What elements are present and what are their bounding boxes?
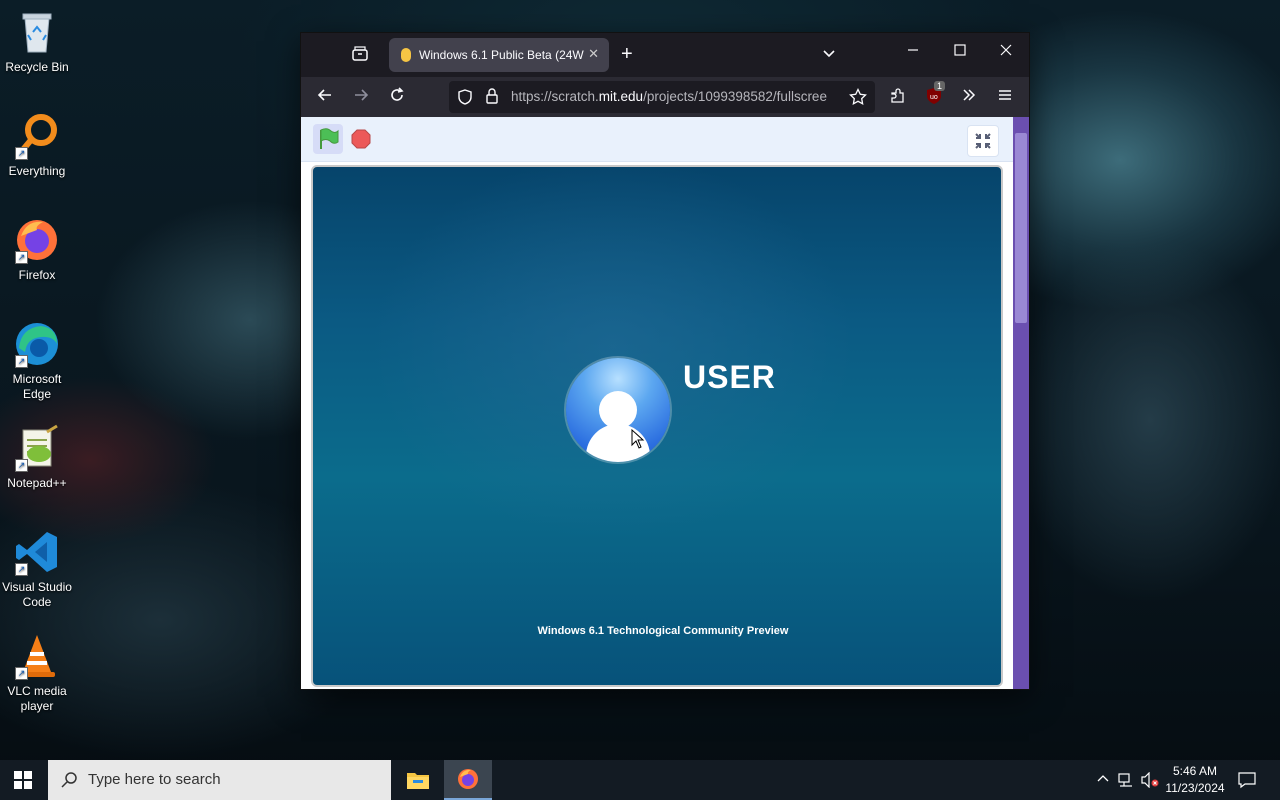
desktop-icon-label: Visual Studio Code xyxy=(2,580,72,609)
vscode-icon: ↗ xyxy=(13,528,61,576)
new-tab-icon[interactable]: + xyxy=(621,44,633,64)
green-flag-icon[interactable] xyxy=(313,124,343,154)
back-icon[interactable] xyxy=(317,87,333,109)
firefox-icon: ↗ xyxy=(13,216,61,264)
desktop-icon-everything[interactable]: ↗ Everything xyxy=(0,112,74,179)
notifications-icon[interactable] xyxy=(1238,771,1256,792)
edge-icon: ↗ xyxy=(13,320,61,368)
shortcut-arrow-icon: ↗ xyxy=(15,251,28,264)
taskbar-firefox[interactable] xyxy=(444,760,492,800)
clock[interactable]: 5:46 AM 11/23/2024 xyxy=(1160,763,1230,797)
network-icon[interactable] xyxy=(1118,772,1134,791)
username-label: USER xyxy=(683,359,776,395)
desktop-icon-label: Recycle Bin xyxy=(5,60,69,74)
shortcut-arrow-icon: ↗ xyxy=(15,355,28,368)
recycle-bin-icon xyxy=(13,8,61,56)
desktop-icon-notepadpp[interactable]: ↗ Notepad++ xyxy=(0,424,74,491)
project-stage[interactable]: USER Windows 6.1 Technological Community… xyxy=(311,165,1003,687)
desktop-icon-vlc[interactable]: ↗ VLC media player xyxy=(0,632,74,714)
exit-fullscreen-icon xyxy=(975,133,991,149)
firefox-view-icon[interactable] xyxy=(351,45,369,69)
player-controls xyxy=(301,117,1013,162)
extension-badge: 1 xyxy=(934,81,946,91)
shortcut-arrow-icon: ↗ xyxy=(15,459,28,472)
close-window-icon[interactable] xyxy=(999,43,1013,63)
build-info-text: Windows 6.1 Technological Community Prev… xyxy=(537,625,789,637)
tab-close-icon[interactable]: ✕ xyxy=(588,46,599,62)
maximize-icon[interactable] xyxy=(953,43,967,63)
url-host: mit.edu xyxy=(598,89,644,104)
tracking-protection-shield-icon[interactable] xyxy=(457,89,473,111)
desktop-icon-label: Firefox xyxy=(18,268,56,282)
user-avatar[interactable] xyxy=(566,358,670,462)
navigation-toolbar: https://scratch.mit.edu/projects/1099398… xyxy=(301,77,1029,117)
scratch-player: USER Windows 6.1 Technological Community… xyxy=(301,117,1013,689)
browser-window: Windows 6.1 Public Beta (24Wi ✕ + https:… xyxy=(301,33,1029,689)
url-text: https://scratch.mit.edu/projects/1099398… xyxy=(511,89,841,104)
bookmark-star-icon[interactable] xyxy=(849,87,867,112)
url-prefix: https://scratch. xyxy=(511,89,599,104)
desktop-icon-label: Microsoft Edge xyxy=(12,372,62,401)
shortcut-arrow-icon: ↗ xyxy=(15,667,28,680)
taskbar-file-explorer[interactable] xyxy=(398,760,438,800)
more-tools-chevron-icon[interactable] xyxy=(961,87,977,109)
tab-active[interactable]: Windows 6.1 Public Beta (24Wi ✕ xyxy=(389,38,609,72)
tab-bar: Windows 6.1 Public Beta (24Wi ✕ + xyxy=(301,33,1029,77)
file-explorer-icon xyxy=(407,773,429,789)
desktop-icon-label: Everything xyxy=(8,164,66,178)
notepadpp-icon: ↗ xyxy=(13,424,61,472)
volume-muted-icon[interactable] xyxy=(1141,771,1159,791)
clock-date: 11/23/2024 xyxy=(1165,781,1225,795)
shortcut-arrow-icon: ↗ xyxy=(15,147,28,160)
taskbar: Type here to search 5:46 AM 11/23/2024 xyxy=(0,760,1280,800)
search-placeholder: Type here to search xyxy=(88,771,221,788)
desktop-icon-label: VLC media player xyxy=(7,684,67,713)
scratch-favicon-icon xyxy=(401,48,411,62)
start-button[interactable] xyxy=(14,771,32,792)
stop-sign-icon[interactable] xyxy=(351,129,371,149)
desktop-icon-label: Notepad++ xyxy=(7,476,67,490)
hamburger-menu-icon[interactable] xyxy=(997,87,1013,109)
show-hidden-icons-chevron-icon[interactable] xyxy=(1096,772,1110,789)
clock-time: 5:46 AM xyxy=(1172,764,1218,778)
reload-icon[interactable] xyxy=(389,87,405,109)
everything-icon: ↗ xyxy=(13,112,61,160)
page-scrollbar[interactable] xyxy=(1013,117,1029,689)
mouse-cursor-icon xyxy=(631,429,645,449)
minimize-icon[interactable] xyxy=(906,43,920,63)
url-bar[interactable]: https://scratch.mit.edu/projects/1099398… xyxy=(449,81,875,113)
forward-icon[interactable] xyxy=(353,87,369,109)
desktop-icon-edge[interactable]: ↗ Microsoft Edge xyxy=(0,320,74,402)
svg-text:uo: uo xyxy=(930,94,938,101)
shortcut-arrow-icon: ↗ xyxy=(15,563,28,576)
tab-title: Windows 6.1 Public Beta (24Wi xyxy=(419,48,584,62)
exit-fullscreen-button[interactable] xyxy=(967,125,999,157)
firefox-icon xyxy=(458,769,478,789)
windows-logo-icon xyxy=(14,771,32,789)
lock-icon[interactable] xyxy=(485,88,499,110)
scrollbar-thumb[interactable] xyxy=(1015,133,1027,323)
extensions-puzzle-icon[interactable] xyxy=(889,87,907,111)
url-path: /projects/1099398582/fullscree xyxy=(643,89,827,104)
search-icon xyxy=(60,771,78,793)
taskbar-search[interactable]: Type here to search xyxy=(48,760,391,800)
desktop-icon-firefox[interactable]: ↗ Firefox xyxy=(0,216,74,283)
vlc-icon: ↗ xyxy=(13,632,61,680)
desktop-icon-recycle-bin[interactable]: Recycle Bin xyxy=(0,8,74,75)
desktop-icon-vscode[interactable]: ↗ Visual Studio Code xyxy=(0,528,74,610)
list-all-tabs-icon[interactable] xyxy=(821,45,837,67)
